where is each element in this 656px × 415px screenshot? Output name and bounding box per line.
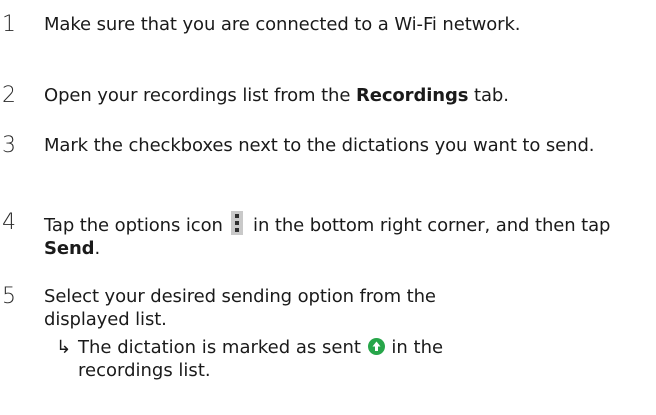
step-text: Tap the options icon in the bottom right… bbox=[44, 211, 656, 260]
options-icon bbox=[231, 211, 244, 235]
send-label: Send bbox=[44, 238, 95, 259]
step-number: 2 bbox=[2, 83, 16, 108]
step-5-result: ↳ The dictation is marked as sent in the… bbox=[56, 336, 646, 382]
step-number: 3 bbox=[2, 133, 16, 158]
step-number: 4 bbox=[2, 210, 16, 235]
step-text: Mark the checkboxes next to the dictatio… bbox=[44, 135, 595, 156]
step-text: Open your recordings list from the Recor… bbox=[44, 85, 509, 106]
recordings-tab-label: Recordings bbox=[355, 85, 469, 106]
step-text: Make sure that you are connected to a Wi… bbox=[44, 14, 521, 35]
result-text: The dictation is marked as sent in the r… bbox=[78, 337, 444, 381]
instruction-list: 1 Make sure that you are connected to a … bbox=[0, 0, 656, 415]
step-text: Select your desired sending option from … bbox=[44, 286, 436, 330]
result-arrow-icon: ↳ bbox=[56, 337, 72, 358]
sent-upload-icon bbox=[367, 338, 385, 355]
step-number: 5 bbox=[2, 284, 16, 309]
step-number: 1 bbox=[2, 12, 16, 37]
